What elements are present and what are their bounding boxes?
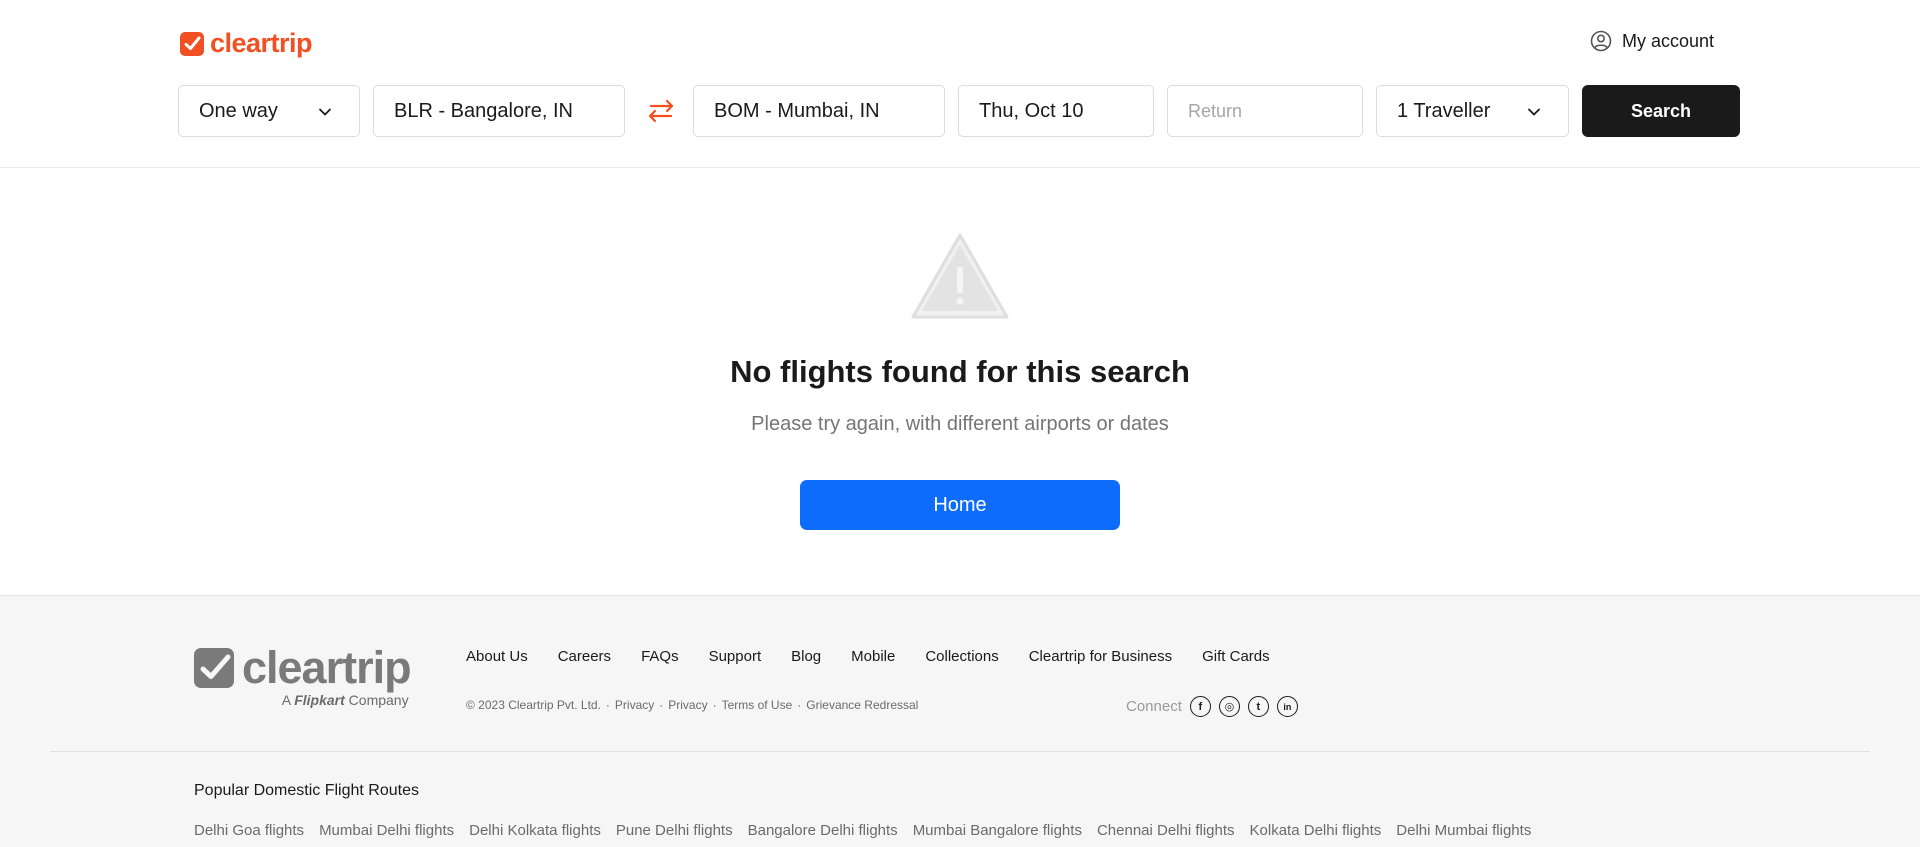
to-input[interactable]: BOM - Mumbai, IN bbox=[693, 85, 945, 137]
footer-logo-text: cleartrip bbox=[242, 642, 412, 693]
my-account-button[interactable]: My account bbox=[1590, 30, 1714, 52]
footer-links: About Us Careers FAQs Support Blog Mobil… bbox=[466, 648, 1270, 665]
warning-triangle-icon bbox=[911, 233, 1009, 319]
chevron-down-icon bbox=[1528, 108, 1540, 116]
footer-link-mobile[interactable]: Mobile bbox=[851, 648, 895, 665]
route-link[interactable]: Delhi Goa flights bbox=[194, 822, 304, 839]
linkedin-icon[interactable]: in bbox=[1276, 696, 1298, 717]
legal-row: © 2023 Cleartrip Pvt. Ltd. · Privacy · P… bbox=[466, 698, 919, 712]
social-connect: Connect f ◎ t in bbox=[1126, 696, 1298, 717]
copyright-text: © 2023 Cleartrip Pvt. Ltd. bbox=[466, 698, 601, 712]
legal-link-terms[interactable]: Terms of Use bbox=[722, 698, 793, 712]
route-link[interactable]: Chennai Delhi flights bbox=[1097, 822, 1235, 839]
route-link[interactable]: Delhi Mumbai flights bbox=[1396, 822, 1531, 839]
route-link[interactable]: Mumbai Delhi flights bbox=[319, 822, 454, 839]
depart-date-value: Thu, Oct 10 bbox=[979, 99, 1084, 122]
trip-type-value: One way bbox=[199, 99, 278, 122]
to-value: BOM - Mumbai, IN bbox=[714, 99, 880, 122]
legal-link-grievance[interactable]: Grievance Redressal bbox=[806, 698, 918, 712]
route-link[interactable]: Bangalore Delhi flights bbox=[748, 822, 898, 839]
footer-link-collections[interactable]: Collections bbox=[925, 648, 998, 665]
route-link[interactable]: Pune Delhi flights bbox=[616, 822, 733, 839]
footer-link-business[interactable]: Cleartrip for Business bbox=[1029, 648, 1172, 665]
routes-list: Delhi Goa flights Mumbai Delhi flights D… bbox=[194, 822, 1531, 839]
footer-link-gift-cards[interactable]: Gift Cards bbox=[1202, 648, 1270, 665]
search-button[interactable]: Search bbox=[1582, 85, 1740, 137]
twitter-icon[interactable]: t bbox=[1247, 696, 1269, 717]
header: cleartrip My account One way BLR - Banga… bbox=[0, 0, 1920, 168]
facebook-icon[interactable]: f bbox=[1189, 696, 1211, 717]
no-results-title: No flights found for this search bbox=[730, 354, 1190, 389]
legal-link-privacy[interactable]: Privacy bbox=[615, 698, 654, 712]
route-link[interactable]: Kolkata Delhi flights bbox=[1250, 822, 1382, 839]
footer-logo[interactable]: cleartrip A Flipkart Company bbox=[194, 642, 412, 708]
footer-link-support[interactable]: Support bbox=[709, 648, 762, 665]
route-link[interactable]: Mumbai Bangalore flights bbox=[913, 822, 1082, 839]
footer-link-about[interactable]: About Us bbox=[466, 648, 528, 665]
footer-divider bbox=[50, 751, 1870, 752]
logo-check-icon bbox=[194, 648, 234, 688]
return-date-input[interactable]: Return bbox=[1167, 85, 1363, 137]
depart-date-input[interactable]: Thu, Oct 10 bbox=[958, 85, 1154, 137]
return-placeholder: Return bbox=[1188, 100, 1243, 121]
travellers-value: 1 Traveller bbox=[1397, 99, 1491, 122]
swap-arrows-icon[interactable] bbox=[643, 97, 679, 125]
chevron-down-icon bbox=[319, 108, 331, 116]
no-results-subtitle: Please try again, with different airport… bbox=[751, 413, 1169, 435]
footer-link-faqs[interactable]: FAQs bbox=[641, 648, 679, 665]
trip-type-select[interactable]: One way bbox=[178, 85, 360, 137]
my-account-label: My account bbox=[1622, 30, 1715, 51]
travellers-select[interactable]: 1 Traveller bbox=[1376, 85, 1569, 137]
from-value: BLR - Bangalore, IN bbox=[394, 99, 573, 122]
cleartrip-logo[interactable]: cleartrip bbox=[180, 28, 313, 59]
home-button[interactable]: Home bbox=[800, 480, 1120, 530]
legal-link-privacy-2[interactable]: Privacy bbox=[668, 698, 707, 712]
footer-link-blog[interactable]: Blog bbox=[791, 648, 821, 665]
routes-heading: Popular Domestic Flight Routes bbox=[194, 782, 419, 799]
flipkart-tagline: A Flipkart Company bbox=[281, 692, 409, 708]
instagram-icon[interactable]: ◎ bbox=[1218, 696, 1240, 717]
from-input[interactable]: BLR - Bangalore, IN bbox=[373, 85, 625, 137]
no-results-panel: No flights found for this search Please … bbox=[0, 169, 1920, 595]
connect-label: Connect bbox=[1126, 698, 1182, 715]
footer: cleartrip A Flipkart Company About Us Ca… bbox=[0, 595, 1920, 847]
footer-link-careers[interactable]: Careers bbox=[558, 648, 611, 665]
logo-text: cleartrip bbox=[210, 28, 313, 58]
logo-check-icon bbox=[180, 31, 204, 56]
route-link[interactable]: Delhi Kolkata flights bbox=[469, 822, 601, 839]
user-circle-icon bbox=[1590, 30, 1612, 52]
